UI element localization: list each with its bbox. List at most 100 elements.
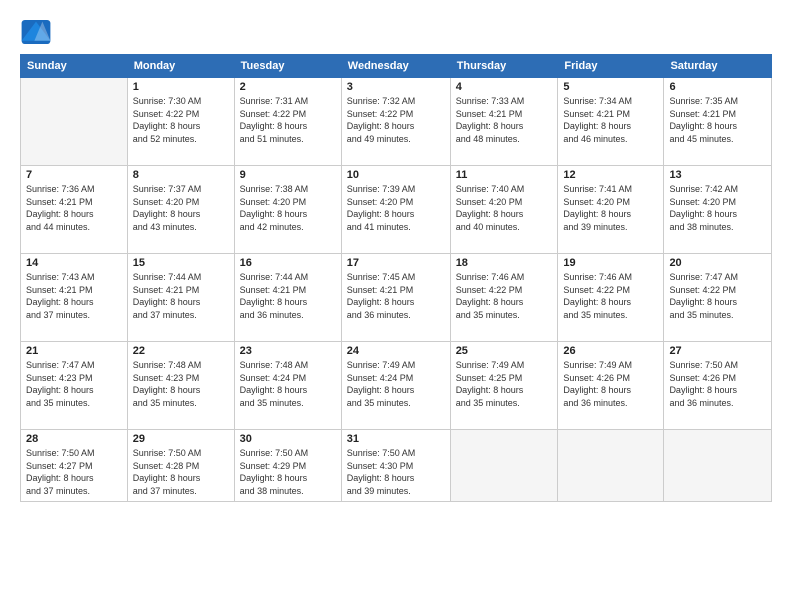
calendar-cell: 2 Sunrise: 7:31 AM Sunset: 4:22 PM Daylig… <box>234 78 341 166</box>
day-number: 11 <box>456 169 553 181</box>
day-info: Sunrise: 7:48 AM Sunset: 4:24 PM Dayligh… <box>240 359 336 409</box>
day-info: Sunrise: 7:45 AM Sunset: 4:21 PM Dayligh… <box>347 271 445 321</box>
day-info: Sunrise: 7:49 AM Sunset: 4:24 PM Dayligh… <box>347 359 445 409</box>
week-row-5: 28Sunrise: 7:50 AM Sunset: 4:27 PM Dayli… <box>21 430 772 502</box>
logo <box>20 18 56 46</box>
day-number: 30 <box>240 433 336 445</box>
col-header-monday: Monday <box>127 55 234 78</box>
calendar-cell: 24 Sunrise: 7:49 AM Sunset: 4:24 PM Dayli… <box>341 342 450 430</box>
calendar-cell: 13 Sunrise: 7:42 AM Sunset: 4:20 PM Dayli… <box>664 166 772 254</box>
calendar-cell: 10Sunrise: 7:39 AM Sunset: 4:20 PM Dayli… <box>341 166 450 254</box>
calendar-cell: 29 Sunrise: 7:50 AM Sunset: 4:28 PM Dayli… <box>127 430 234 502</box>
day-number: 25 <box>456 345 553 357</box>
calendar-cell: 11 Sunrise: 7:40 AM Sunset: 4:20 PM Dayli… <box>450 166 558 254</box>
calendar-cell: 6Sunrise: 7:35 AM Sunset: 4:21 PM Daylig… <box>664 78 772 166</box>
day-info: Sunrise: 7:47 AM Sunset: 4:23 PM Dayligh… <box>26 359 122 409</box>
calendar-cell: 23 Sunrise: 7:48 AM Sunset: 4:24 PM Dayli… <box>234 342 341 430</box>
calendar-cell: 25 Sunrise: 7:49 AM Sunset: 4:25 PM Dayli… <box>450 342 558 430</box>
day-number: 14 <box>26 257 122 269</box>
day-info: Sunrise: 7:49 AM Sunset: 4:26 PM Dayligh… <box>563 359 658 409</box>
day-info: Sunrise: 7:46 AM Sunset: 4:22 PM Dayligh… <box>456 271 553 321</box>
col-header-wednesday: Wednesday <box>341 55 450 78</box>
calendar-cell: 17 Sunrise: 7:45 AM Sunset: 4:21 PM Dayli… <box>341 254 450 342</box>
day-info: Sunrise: 7:44 AM Sunset: 4:21 PM Dayligh… <box>240 271 336 321</box>
col-header-friday: Friday <box>558 55 664 78</box>
day-info: Sunrise: 7:46 AM Sunset: 4:22 PM Dayligh… <box>563 271 658 321</box>
day-info: Sunrise: 7:50 AM Sunset: 4:30 PM Dayligh… <box>347 447 445 497</box>
header <box>20 18 772 46</box>
day-number: 3 <box>347 81 445 93</box>
calendar-cell: 3 Sunrise: 7:32 AM Sunset: 4:22 PM Daylig… <box>341 78 450 166</box>
day-number: 8 <box>133 169 229 181</box>
day-info: Sunrise: 7:36 AM Sunset: 4:21 PM Dayligh… <box>26 183 122 233</box>
day-info: Sunrise: 7:40 AM Sunset: 4:20 PM Dayligh… <box>456 183 553 233</box>
week-row-2: 7 Sunrise: 7:36 AM Sunset: 4:21 PM Daylig… <box>21 166 772 254</box>
calendar-cell: 22 Sunrise: 7:48 AM Sunset: 4:23 PM Dayli… <box>127 342 234 430</box>
day-number: 16 <box>240 257 336 269</box>
calendar-cell: 30 Sunrise: 7:50 AM Sunset: 4:29 PM Dayli… <box>234 430 341 502</box>
day-number: 13 <box>669 169 766 181</box>
day-info: Sunrise: 7:34 AM Sunset: 4:21 PM Dayligh… <box>563 95 658 145</box>
calendar-cell: 31Sunrise: 7:50 AM Sunset: 4:30 PM Dayli… <box>341 430 450 502</box>
calendar-cell: 12 Sunrise: 7:41 AM Sunset: 4:20 PM Dayli… <box>558 166 664 254</box>
day-number: 24 <box>347 345 445 357</box>
day-number: 23 <box>240 345 336 357</box>
calendar-cell: 1 Sunrise: 7:30 AM Sunset: 4:22 PM Daylig… <box>127 78 234 166</box>
day-info: Sunrise: 7:43 AM Sunset: 4:21 PM Dayligh… <box>26 271 122 321</box>
calendar-cell: 26Sunrise: 7:49 AM Sunset: 4:26 PM Dayli… <box>558 342 664 430</box>
day-number: 9 <box>240 169 336 181</box>
day-info: Sunrise: 7:48 AM Sunset: 4:23 PM Dayligh… <box>133 359 229 409</box>
day-number: 18 <box>456 257 553 269</box>
day-number: 1 <box>133 81 229 93</box>
col-header-thursday: Thursday <box>450 55 558 78</box>
logo-icon <box>20 18 52 46</box>
day-info: Sunrise: 7:49 AM Sunset: 4:25 PM Dayligh… <box>456 359 553 409</box>
day-info: Sunrise: 7:30 AM Sunset: 4:22 PM Dayligh… <box>133 95 229 145</box>
calendar-cell <box>664 430 772 502</box>
col-header-tuesday: Tuesday <box>234 55 341 78</box>
day-info: Sunrise: 7:50 AM Sunset: 4:29 PM Dayligh… <box>240 447 336 497</box>
calendar-cell: 16 Sunrise: 7:44 AM Sunset: 4:21 PM Dayli… <box>234 254 341 342</box>
calendar-cell: 8 Sunrise: 7:37 AM Sunset: 4:20 PM Daylig… <box>127 166 234 254</box>
calendar-cell <box>450 430 558 502</box>
calendar-cell: 28Sunrise: 7:50 AM Sunset: 4:27 PM Dayli… <box>21 430 128 502</box>
week-row-3: 14 Sunrise: 7:43 AM Sunset: 4:21 PM Dayli… <box>21 254 772 342</box>
day-number: 17 <box>347 257 445 269</box>
day-number: 22 <box>133 345 229 357</box>
col-header-sunday: Sunday <box>21 55 128 78</box>
page: SundayMondayTuesdayWednesdayThursdayFrid… <box>0 0 792 612</box>
day-number: 21 <box>26 345 122 357</box>
calendar-cell: 19 Sunrise: 7:46 AM Sunset: 4:22 PM Dayli… <box>558 254 664 342</box>
calendar-cell: 18 Sunrise: 7:46 AM Sunset: 4:22 PM Dayli… <box>450 254 558 342</box>
calendar-cell: 14 Sunrise: 7:43 AM Sunset: 4:21 PM Dayli… <box>21 254 128 342</box>
day-number: 2 <box>240 81 336 93</box>
day-number: 4 <box>456 81 553 93</box>
day-number: 20 <box>669 257 766 269</box>
day-number: 29 <box>133 433 229 445</box>
week-row-1: 1 Sunrise: 7:30 AM Sunset: 4:22 PM Daylig… <box>21 78 772 166</box>
calendar-header-row: SundayMondayTuesdayWednesdayThursdayFrid… <box>21 55 772 78</box>
day-info: Sunrise: 7:41 AM Sunset: 4:20 PM Dayligh… <box>563 183 658 233</box>
calendar-cell <box>21 78 128 166</box>
week-row-4: 21 Sunrise: 7:47 AM Sunset: 4:23 PM Dayli… <box>21 342 772 430</box>
day-number: 5 <box>563 81 658 93</box>
day-number: 28 <box>26 433 122 445</box>
day-info: Sunrise: 7:31 AM Sunset: 4:22 PM Dayligh… <box>240 95 336 145</box>
day-info: Sunrise: 7:50 AM Sunset: 4:28 PM Dayligh… <box>133 447 229 497</box>
day-number: 12 <box>563 169 658 181</box>
day-number: 6 <box>669 81 766 93</box>
calendar-cell <box>558 430 664 502</box>
calendar-cell: 4Sunrise: 7:33 AM Sunset: 4:21 PM Daylig… <box>450 78 558 166</box>
day-number: 19 <box>563 257 658 269</box>
calendar-cell: 21 Sunrise: 7:47 AM Sunset: 4:23 PM Dayli… <box>21 342 128 430</box>
day-info: Sunrise: 7:37 AM Sunset: 4:20 PM Dayligh… <box>133 183 229 233</box>
calendar-cell: 5 Sunrise: 7:34 AM Sunset: 4:21 PM Daylig… <box>558 78 664 166</box>
calendar-cell: 9Sunrise: 7:38 AM Sunset: 4:20 PM Daylig… <box>234 166 341 254</box>
calendar-cell: 15Sunrise: 7:44 AM Sunset: 4:21 PM Dayli… <box>127 254 234 342</box>
calendar-cell: 27Sunrise: 7:50 AM Sunset: 4:26 PM Dayli… <box>664 342 772 430</box>
day-info: Sunrise: 7:47 AM Sunset: 4:22 PM Dayligh… <box>669 271 766 321</box>
day-info: Sunrise: 7:42 AM Sunset: 4:20 PM Dayligh… <box>669 183 766 233</box>
day-number: 10 <box>347 169 445 181</box>
day-number: 7 <box>26 169 122 181</box>
day-info: Sunrise: 7:32 AM Sunset: 4:22 PM Dayligh… <box>347 95 445 145</box>
